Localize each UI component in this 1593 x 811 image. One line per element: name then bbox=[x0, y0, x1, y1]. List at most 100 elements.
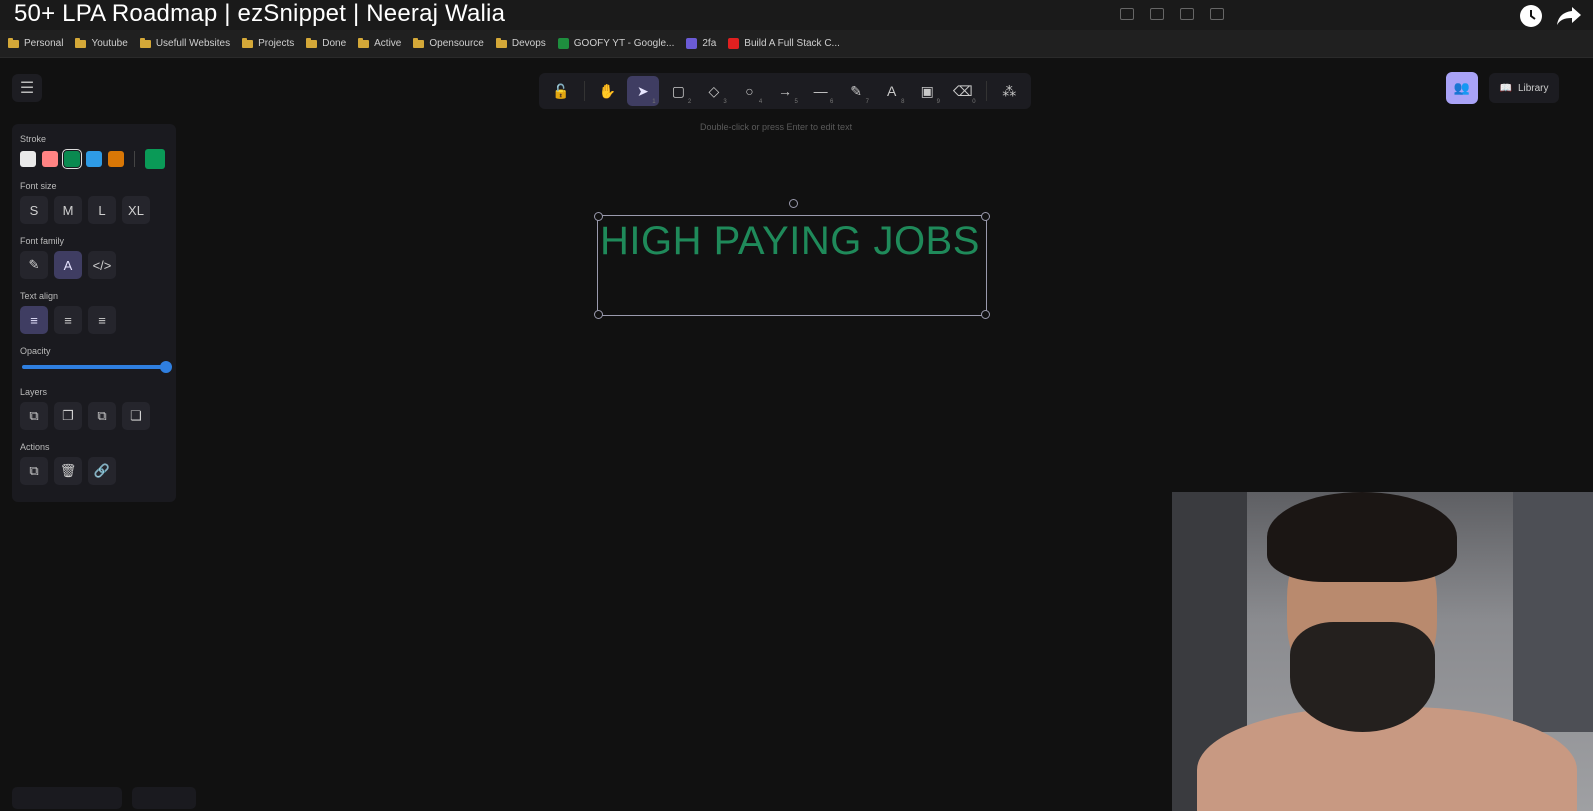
align-right-button[interactable]: ≡ bbox=[88, 306, 116, 334]
diamond-icon: ◇ bbox=[708, 82, 720, 99]
bookmark-goofy-yt-google[interactable]: GOOFY YT - Google... bbox=[557, 38, 675, 49]
font-size-xl-button[interactable]: XL bbox=[122, 196, 150, 224]
extension-icon[interactable] bbox=[1180, 8, 1194, 20]
stroke-color-swatch[interactable] bbox=[108, 151, 124, 167]
selection-tool[interactable]: ➤ 1 bbox=[627, 76, 659, 106]
rotate-handle[interactable] bbox=[789, 199, 798, 208]
shapes-library-tool[interactable]: ⁂ bbox=[994, 76, 1026, 106]
eraser-tool[interactable]: ⌫ 0 bbox=[947, 76, 979, 106]
toolbar-separator bbox=[985, 81, 987, 101]
bookmark-label: GOOFY YT - Google... bbox=[573, 38, 675, 49]
pencil-tool[interactable]: ✎ 7 bbox=[840, 76, 872, 106]
bookmark-label: Usefull Websites bbox=[155, 38, 231, 49]
font-family-row: ✎ A </> bbox=[20, 251, 168, 279]
bookmark-2fa[interactable]: 2fa bbox=[686, 38, 716, 49]
bookmark-devops[interactable]: Devops bbox=[495, 37, 546, 49]
opacity-slider[interactable] bbox=[22, 361, 172, 373]
text-icon: A bbox=[887, 83, 897, 99]
font-normal-button[interactable]: A bbox=[54, 251, 82, 279]
presenter-beard bbox=[1290, 622, 1435, 732]
library-button[interactable]: 📖 Library bbox=[1489, 73, 1559, 103]
stroke-label: Stroke bbox=[20, 134, 47, 144]
bookmark-label: Active bbox=[374, 38, 402, 49]
rectangle-tool[interactable]: ▢ 2 bbox=[663, 76, 695, 106]
stroke-color-swatch[interactable] bbox=[20, 151, 36, 167]
arrow-icon: → bbox=[778, 83, 793, 99]
font-size-m-button[interactable]: M bbox=[54, 196, 82, 224]
actions-label: Actions bbox=[20, 442, 50, 452]
hand-icon: ✋ bbox=[598, 82, 617, 99]
opacity-knob[interactable] bbox=[160, 361, 172, 373]
bookmark-label: 2fa bbox=[702, 38, 717, 49]
send-to-back-button[interactable]: ⧉ bbox=[20, 402, 48, 430]
duplicate-button[interactable]: ⧉ bbox=[20, 457, 48, 485]
arrow-tool[interactable]: → 5 bbox=[769, 76, 801, 106]
webcam-door bbox=[1513, 492, 1593, 732]
current-stroke-color[interactable] bbox=[145, 149, 165, 169]
image-tool[interactable]: ▣ 9 bbox=[911, 76, 943, 106]
cast-icon[interactable] bbox=[1120, 8, 1134, 20]
bookmark-label: Personal bbox=[24, 38, 64, 49]
font-size-l-button[interactable]: L bbox=[88, 196, 116, 224]
stroke-color-swatch[interactable] bbox=[86, 151, 102, 167]
sheets-icon bbox=[557, 38, 569, 49]
bookmark-projects[interactable]: Projects bbox=[242, 37, 294, 49]
hamburger-icon: ☰ bbox=[19, 80, 35, 97]
stroke-color-swatch[interactable] bbox=[42, 151, 58, 167]
library-label: Library bbox=[1517, 82, 1549, 94]
diamond-tool[interactable]: ◇ 3 bbox=[698, 76, 730, 106]
send-backward-button[interactable]: ❐ bbox=[54, 402, 82, 430]
hand-tool[interactable]: ✋ bbox=[592, 76, 624, 106]
link-button[interactable]: 🔗 bbox=[88, 457, 116, 485]
bring-forward-button[interactable]: ⧉ bbox=[88, 402, 116, 430]
canvas-text-element[interactable]: HIGH PAYING JOBS bbox=[600, 219, 980, 264]
folder-icon bbox=[139, 37, 151, 48]
tool-shortcut-key: 6 bbox=[830, 99, 834, 105]
lock-tool[interactable]: 🔓 bbox=[545, 76, 577, 106]
collaborate-button[interactable]: 👥 bbox=[1446, 72, 1478, 104]
delete-button[interactable]: 🗑 bbox=[54, 457, 82, 485]
font-a-icon: A bbox=[63, 257, 73, 273]
bookmark-usefull-websites[interactable]: Usefull Websites bbox=[139, 37, 231, 49]
copy-icon: ⧉ bbox=[29, 463, 39, 478]
bookmark-active[interactable]: Active bbox=[358, 37, 402, 49]
align-left-icon: ≡ bbox=[30, 312, 38, 328]
watch-later-icon[interactable] bbox=[1517, 2, 1545, 30]
font-size-s-button[interactable]: S bbox=[20, 196, 48, 224]
bookmark-youtube[interactable]: Youtube bbox=[75, 37, 128, 49]
share-icon[interactable] bbox=[1150, 8, 1164, 20]
undo-redo-controls[interactable] bbox=[132, 787, 196, 809]
bookmark-label: Youtube bbox=[91, 38, 128, 49]
extension-icon[interactable] bbox=[1210, 8, 1224, 20]
text-align-row: ≡ ≡ ≡ bbox=[20, 306, 168, 334]
align-right-icon: ≡ bbox=[98, 312, 106, 328]
bookmark-build-a-full-stack-c[interactable]: Build A Full Stack C... bbox=[728, 38, 840, 49]
bookmark-opensource[interactable]: Opensource bbox=[413, 37, 484, 49]
text-tool[interactable]: A8 bbox=[876, 76, 908, 106]
tool-shortcut-key: 0 bbox=[972, 99, 976, 105]
align-center-button[interactable]: ≡ bbox=[54, 306, 82, 334]
zoom-controls[interactable] bbox=[12, 787, 122, 809]
bookmark-done[interactable]: Done bbox=[306, 37, 346, 49]
align-left-button[interactable]: ≡ bbox=[20, 306, 48, 334]
opacity-label: Opacity bbox=[20, 346, 51, 356]
toolbar-hint: Double-click or press Enter to edit text bbox=[700, 122, 853, 132]
line-tool[interactable]: —6 bbox=[805, 76, 837, 106]
browser-extension-icons bbox=[1120, 8, 1224, 20]
font-code-button[interactable]: </> bbox=[88, 251, 116, 279]
app-icon bbox=[686, 38, 698, 49]
share-arrow-icon[interactable] bbox=[1555, 2, 1583, 30]
properties-panel: Stroke Font size S M L XL Font family ✎ A <… bbox=[12, 124, 176, 502]
resize-handle-se[interactable] bbox=[981, 310, 990, 319]
tool-shortcut-key: 8 bbox=[901, 99, 905, 105]
bring-to-front-button[interactable]: ❏ bbox=[122, 402, 150, 430]
layers-label: Layers bbox=[20, 387, 48, 397]
font-handdrawn-button[interactable]: ✎ bbox=[20, 251, 48, 279]
main-menu-button[interactable]: ☰ bbox=[12, 74, 42, 102]
ellipse-tool[interactable]: ○ 4 bbox=[734, 76, 766, 106]
resize-handle-ne[interactable] bbox=[981, 212, 990, 221]
tool-shortcut-key: 3 bbox=[723, 99, 727, 105]
stroke-color-swatch[interactable] bbox=[62, 149, 82, 169]
resize-handle-sw[interactable] bbox=[594, 310, 603, 319]
bookmark-personal[interactable]: Personal bbox=[8, 37, 64, 49]
